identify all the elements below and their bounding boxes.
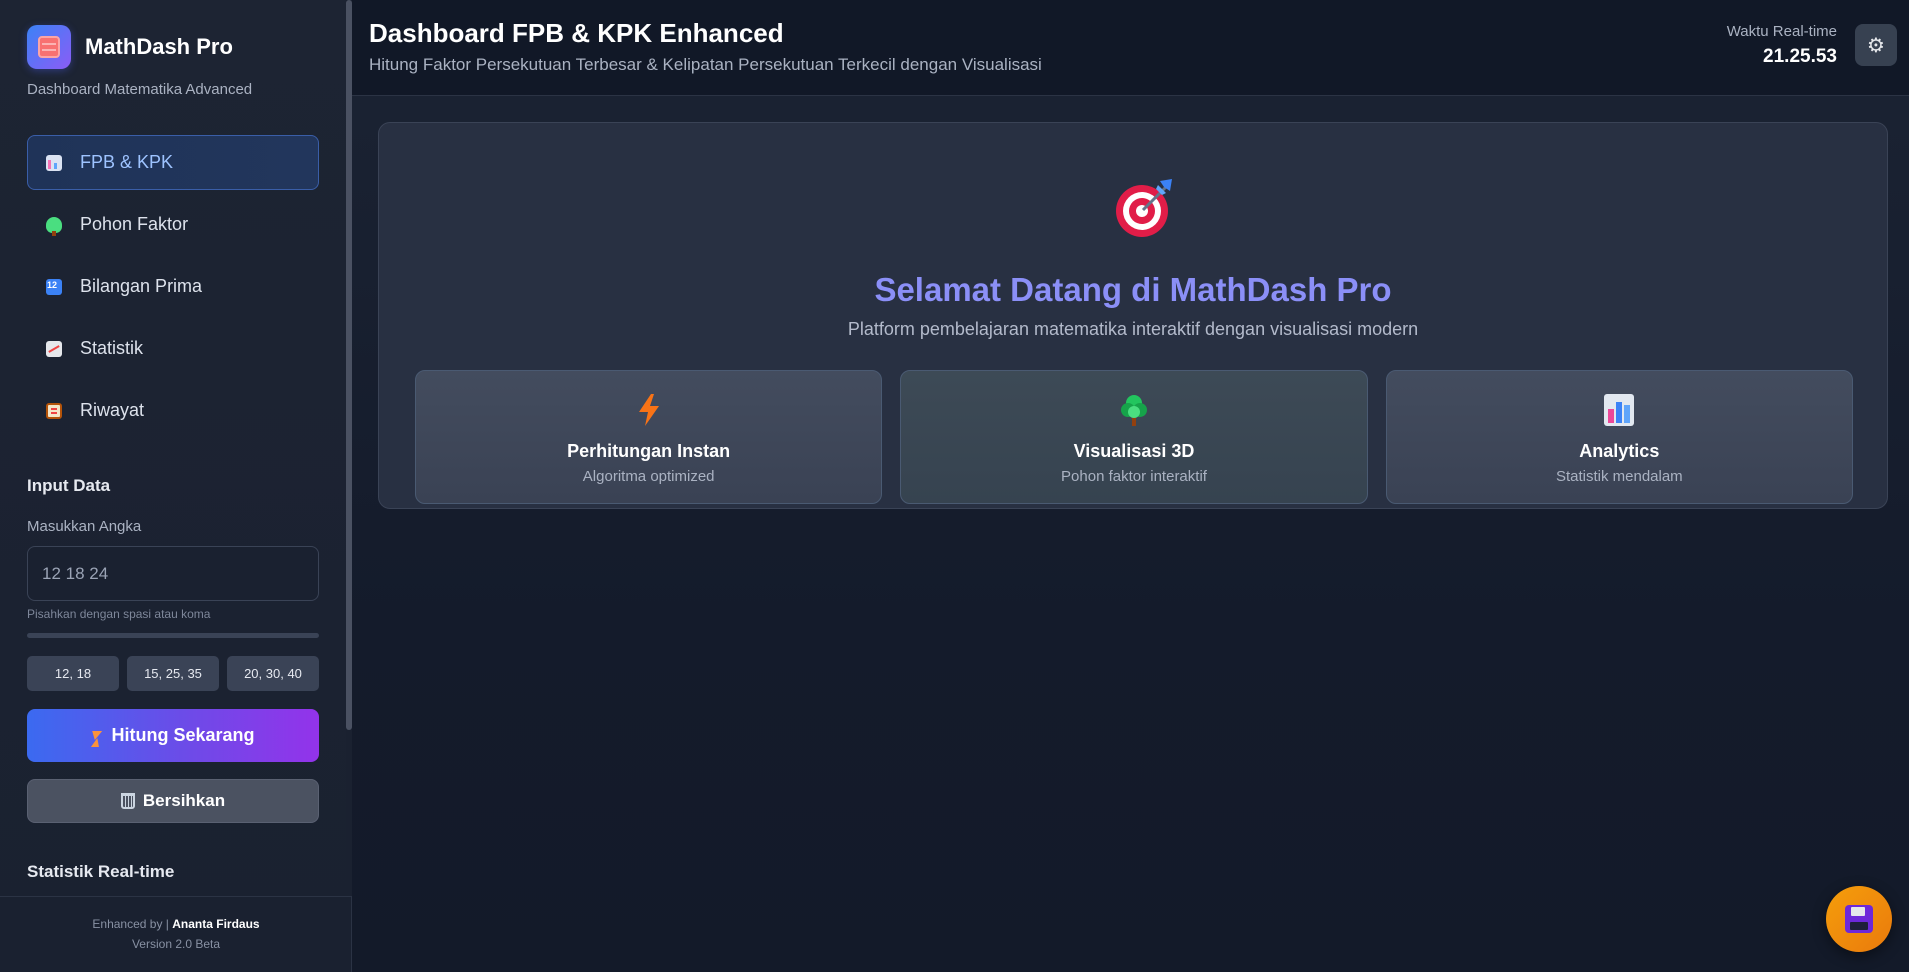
feature-card-3d[interactable]: Visualisasi 3D Pohon faktor interaktif [900,370,1368,504]
sidebar-scroll-area: MathDash Pro Dashboard Matematika Advanc… [0,0,346,896]
bar-chart-icon [46,154,62,171]
footer-credit-prefix: Enhanced by | [92,917,173,931]
lightning-icon [638,394,659,426]
numbers-icon [46,278,62,295]
lightning-icon [90,731,103,740]
tree-icon [46,216,62,236]
wastebasket-icon [120,793,135,809]
sidebar-item-label: Pohon Faktor [80,214,189,234]
feature-cards: Perhitungan Instan Algoritma optimized V… [415,370,1853,504]
input-section-title: Input Data [27,476,111,495]
page-title: Dashboard FPB & KPK Enhanced [369,18,784,48]
sidebar-item-label: Riwayat [80,400,145,420]
clear-button[interactable]: Bersihkan [27,779,319,823]
feature-title: Visualisasi 3D [1073,441,1195,461]
feature-card-instant[interactable]: Perhitungan Instan Algoritma optimized [415,370,883,504]
clipboard-icon [46,402,62,419]
target-icon [1116,179,1172,237]
tree-icon [1120,395,1147,426]
sidebar-item-riwayat[interactable]: Riwayat [27,383,319,438]
welcome-title: Selamat Datang di MathDash Pro [874,271,1392,308]
welcome-card: Selamat Datang di MathDash Pro Platform … [378,122,1888,509]
save-fab-button[interactable] [1826,886,1892,952]
calculate-button[interactable]: Hitung Sekarang [27,709,319,762]
sidebar-item-bilangan-prima[interactable]: Bilangan Prima [27,259,319,314]
brand-name: MathDash Pro [85,34,233,59]
sidebar-item-label: Bilangan Prima [80,276,203,296]
clock-label: Waktu Real-time [1726,23,1837,40]
gear-icon: ⚙ [1867,34,1885,57]
calculate-button-label: Hitung Sekarang [111,725,255,745]
sidebar-footer: Enhanced by | Ananta Firdaus Version 2.0… [0,896,352,972]
feature-subtitle: Pohon faktor interaktif [1061,468,1207,485]
main-content: Selamat Datang di MathDash Pro Platform … [352,96,1909,972]
stats-section-title: Statistik Real-time [27,862,175,881]
bar-chart-icon [1604,394,1635,426]
trend-chart-icon [46,340,62,357]
input-progress-bar [27,633,319,638]
footer-author: Ananta Firdaus [172,917,260,931]
preset-group: 12, 18 15, 25, 35 20, 30, 40 [27,656,319,691]
input-hint: Pisahkan dengan spasi atau koma [27,607,211,621]
settings-button[interactable]: ⚙ [1855,24,1897,66]
preset-button[interactable]: 20, 30, 40 [227,656,319,691]
feature-subtitle: Algoritma optimized [582,468,715,485]
number-input[interactable] [27,546,319,601]
sidebar-item-label: Statistik [80,338,144,358]
number-input-label: Masukkan Angka [27,518,142,535]
feature-title: Analytics [1579,441,1660,461]
welcome-subtitle: Platform pembelajaran matematika interak… [847,319,1419,339]
footer-version: Version 2.0 Beta [131,937,221,951]
clock-value: 21.25.53 [1763,46,1837,67]
page-subtitle: Hitung Faktor Persekutuan Terbesar & Kel… [369,55,1042,74]
sidebar: MathDash Pro Dashboard Matematika Advanc… [0,0,352,972]
feature-title: Perhitungan Instan [567,441,731,461]
abacus-icon [27,25,71,69]
sidebar-item-label: FPB & KPK [80,152,174,172]
feature-card-analytics[interactable]: Analytics Statistik mendalam [1385,370,1853,504]
sidebar-nav: FPB & KPK Pohon Faktor Bilangan Prima St… [27,135,319,445]
brand: MathDash Pro [27,25,233,69]
preset-button[interactable]: 15, 25, 35 [127,656,219,691]
top-header: Dashboard FPB & KPK Enhanced Hitung Fakt… [352,0,1909,96]
sidebar-item-statistik[interactable]: Statistik [27,321,319,376]
floppy-disk-icon [1845,905,1873,933]
clear-button-label: Bersihkan [142,791,226,810]
sidebar-item-pohon-faktor[interactable]: Pohon Faktor [27,197,319,252]
sidebar-item-fpb-kpk[interactable]: FPB & KPK [27,135,319,190]
brand-subtitle: Dashboard Matematika Advanced [27,81,253,98]
footer-credit: Enhanced by | Ananta Firdaus [0,917,352,931]
preset-button[interactable]: 12, 18 [27,656,119,691]
feature-subtitle: Statistik mendalam [1555,468,1683,485]
